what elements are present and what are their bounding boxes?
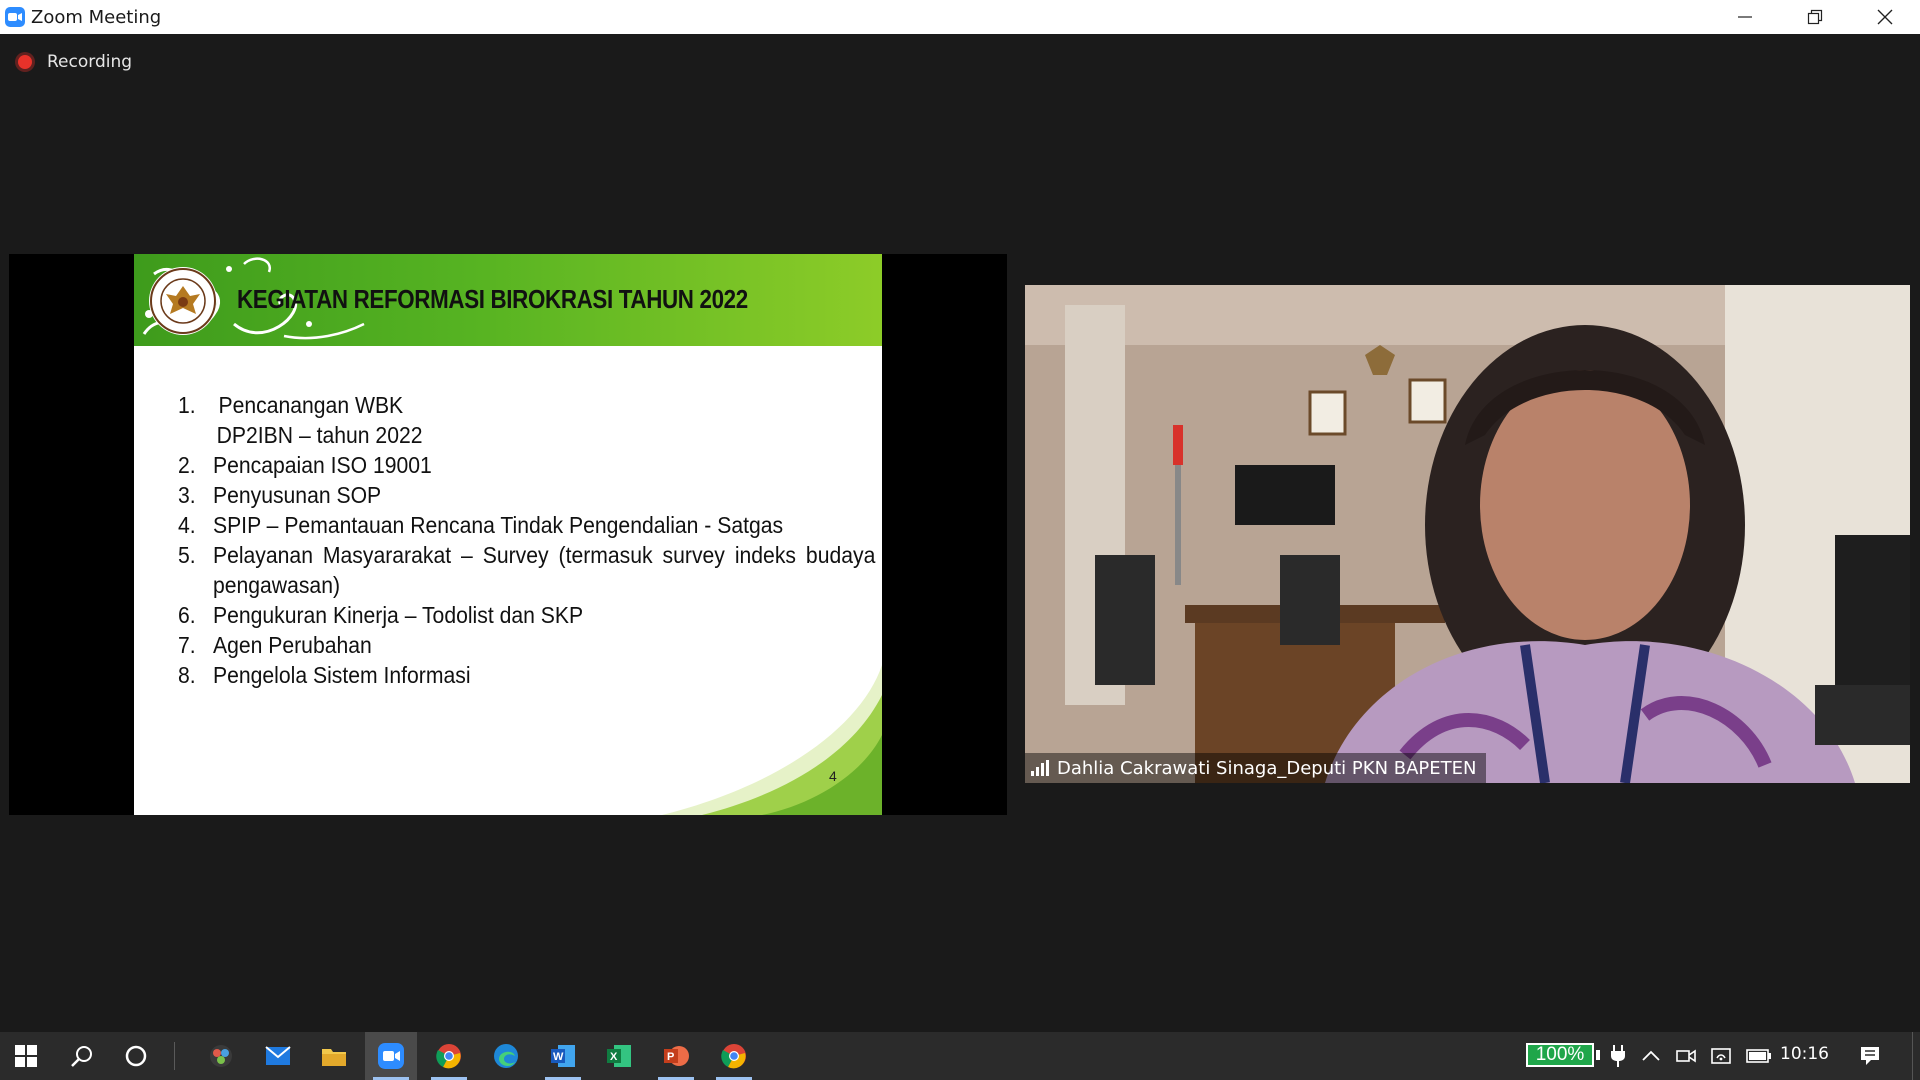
battery-icon bbox=[1746, 1049, 1771, 1063]
zoom-app-icon bbox=[5, 7, 25, 27]
power-plug-button[interactable] bbox=[1604, 1032, 1632, 1080]
battery-nub bbox=[1596, 1050, 1600, 1060]
list-text: Pengukuran Kinerja – Todolist dan SKP bbox=[212, 602, 584, 628]
search-button[interactable] bbox=[56, 1032, 108, 1080]
start-button[interactable] bbox=[0, 1032, 52, 1080]
notifications-button[interactable] bbox=[1855, 1032, 1885, 1080]
network-button[interactable] bbox=[1707, 1032, 1737, 1080]
svg-text:X: X bbox=[610, 1051, 618, 1063]
svg-text:W: W bbox=[553, 1051, 564, 1063]
signal-bars-icon bbox=[1031, 760, 1049, 776]
taskbar-app-zoom[interactable] bbox=[365, 1032, 417, 1080]
bapeten-logo-icon bbox=[149, 267, 217, 335]
list-number: 1. bbox=[178, 392, 196, 418]
slide-list-item: 2. Pencapaian ISO 19001 bbox=[178, 450, 875, 480]
window-title: Zoom Meeting bbox=[31, 6, 162, 28]
edge-icon bbox=[494, 1044, 518, 1068]
list-number: 2. bbox=[178, 452, 196, 478]
svg-text:P: P bbox=[667, 1051, 674, 1063]
restore-button[interactable] bbox=[1780, 0, 1850, 34]
taskbar-app-davinci[interactable] bbox=[195, 1032, 247, 1080]
participant-video[interactable]: Dahlia Cakrawati Sinaga_Deputi PKN BAPET… bbox=[1025, 285, 1910, 783]
slide-corner-swoosh bbox=[662, 665, 882, 815]
list-number: 4. bbox=[178, 512, 196, 538]
power-plug-icon bbox=[1611, 1045, 1625, 1067]
taskbar-app-edge[interactable] bbox=[480, 1032, 532, 1080]
powerpoint-icon: P bbox=[664, 1046, 689, 1066]
list-subtext: DP2IBN – tahun 2022 bbox=[216, 422, 423, 448]
notification-icon bbox=[1861, 1047, 1879, 1065]
list-number: 5. bbox=[178, 542, 196, 568]
mail-icon bbox=[265, 1046, 291, 1065]
slide-list-item: 3. Penyusunan SOP bbox=[178, 480, 875, 510]
taskbar-app-mail[interactable] bbox=[252, 1032, 304, 1080]
close-icon bbox=[1877, 9, 1893, 25]
video-frame-image bbox=[1025, 285, 1910, 783]
chevron-up-icon bbox=[1642, 1050, 1660, 1061]
participant-name-bar: Dahlia Cakrawati Sinaga_Deputi PKN BAPET… bbox=[1025, 753, 1487, 783]
search-icon bbox=[71, 1046, 92, 1067]
show-hidden-icons-button[interactable] bbox=[1637, 1032, 1665, 1080]
list-number: 8. bbox=[178, 662, 196, 688]
list-text: Agen Perubahan bbox=[212, 632, 372, 658]
recording-indicator[interactable]: Recording bbox=[18, 52, 132, 72]
slide-list-item: 4. SPIP – Pemantauan Rencana Tindak Peng… bbox=[178, 510, 875, 540]
windows-start-icon bbox=[15, 1045, 37, 1067]
taskbar-app-chrome[interactable] bbox=[423, 1032, 475, 1080]
list-number: 6. bbox=[178, 602, 196, 628]
slide-page-number: 4 bbox=[829, 768, 837, 784]
shared-screen: KEGIATAN REFORMASI BIROKRASI TAHUN 2022 … bbox=[9, 254, 1007, 815]
slide-list: 1. Pencanangan WBK DP2IBN – tahun 2022 2… bbox=[178, 390, 875, 690]
participant-name: Dahlia Cakrawati Sinaga_Deputi PKN BAPET… bbox=[1057, 757, 1477, 779]
taskbar-clock[interactable]: 10:16 bbox=[1780, 1044, 1829, 1064]
slide-list-item: 6. Pengukuran Kinerja – Todolist dan SKP bbox=[178, 600, 875, 630]
restore-icon bbox=[1807, 9, 1823, 25]
excel-icon: X bbox=[607, 1045, 631, 1067]
list-text: Pengelola Sistem Informasi bbox=[212, 662, 471, 688]
slide-header: KEGIATAN REFORMASI BIROKRASI TAHUN 2022 bbox=[134, 254, 882, 346]
list-text: Penyusunan SOP bbox=[212, 482, 382, 508]
camera-icon bbox=[1676, 1049, 1696, 1063]
taskbar-separator bbox=[174, 1042, 175, 1070]
title-bar: Zoom Meeting bbox=[0, 0, 1920, 34]
taskbar-app-powerpoint[interactable]: P bbox=[650, 1032, 702, 1080]
taskbar-app-excel[interactable]: X bbox=[593, 1032, 645, 1080]
slide-list-item: 5. Pelayanan Masyararakat – Survey (term… bbox=[178, 540, 875, 600]
chrome-icon bbox=[436, 1044, 461, 1069]
list-number: 3. bbox=[178, 482, 196, 508]
cortana-icon bbox=[125, 1045, 147, 1067]
taskbar-app-word[interactable]: W bbox=[537, 1032, 589, 1080]
slide-title: KEGIATAN REFORMASI BIROKRASI TAHUN 2022 bbox=[237, 284, 748, 314]
windows-taskbar: W X P bbox=[0, 1032, 1920, 1080]
list-number: 7. bbox=[178, 632, 196, 658]
presentation-slide: KEGIATAN REFORMASI BIROKRASI TAHUN 2022 … bbox=[134, 254, 882, 815]
list-text: Pencapaian ISO 19001 bbox=[212, 452, 432, 478]
davinci-resolve-icon bbox=[210, 1045, 232, 1067]
meet-now-button[interactable] bbox=[1672, 1032, 1700, 1080]
minimize-button[interactable] bbox=[1710, 0, 1780, 34]
recording-label: Recording bbox=[47, 52, 133, 72]
list-text: SPIP – Pemantauan Rencana Tindak Pengend… bbox=[212, 512, 784, 538]
list-text: Pelayanan Masyararakat – Survey (termasu… bbox=[212, 542, 876, 598]
battery-tray-button[interactable] bbox=[1743, 1032, 1775, 1080]
minimize-icon bbox=[1738, 16, 1752, 18]
recording-dot-icon bbox=[18, 55, 32, 69]
taskbar-app-explorer[interactable] bbox=[308, 1032, 360, 1080]
zoom-icon bbox=[378, 1043, 404, 1069]
cortana-button[interactable] bbox=[110, 1032, 162, 1080]
close-button[interactable] bbox=[1850, 0, 1920, 34]
word-icon: W bbox=[551, 1045, 575, 1067]
file-explorer-icon bbox=[322, 1049, 346, 1066]
chrome-icon bbox=[721, 1044, 746, 1069]
list-text: Pencanangan WBK bbox=[218, 392, 404, 418]
slide-list-item: 1. Pencanangan WBK DP2IBN – tahun 2022 bbox=[178, 390, 875, 450]
show-desktop-button[interactable] bbox=[1912, 1032, 1920, 1080]
network-icon bbox=[1711, 1048, 1731, 1064]
slide-list-item: 7. Agen Perubahan bbox=[178, 630, 875, 660]
battery-indicator[interactable]: 100% bbox=[1526, 1043, 1594, 1067]
taskbar-app-chrome-2[interactable] bbox=[708, 1032, 760, 1080]
